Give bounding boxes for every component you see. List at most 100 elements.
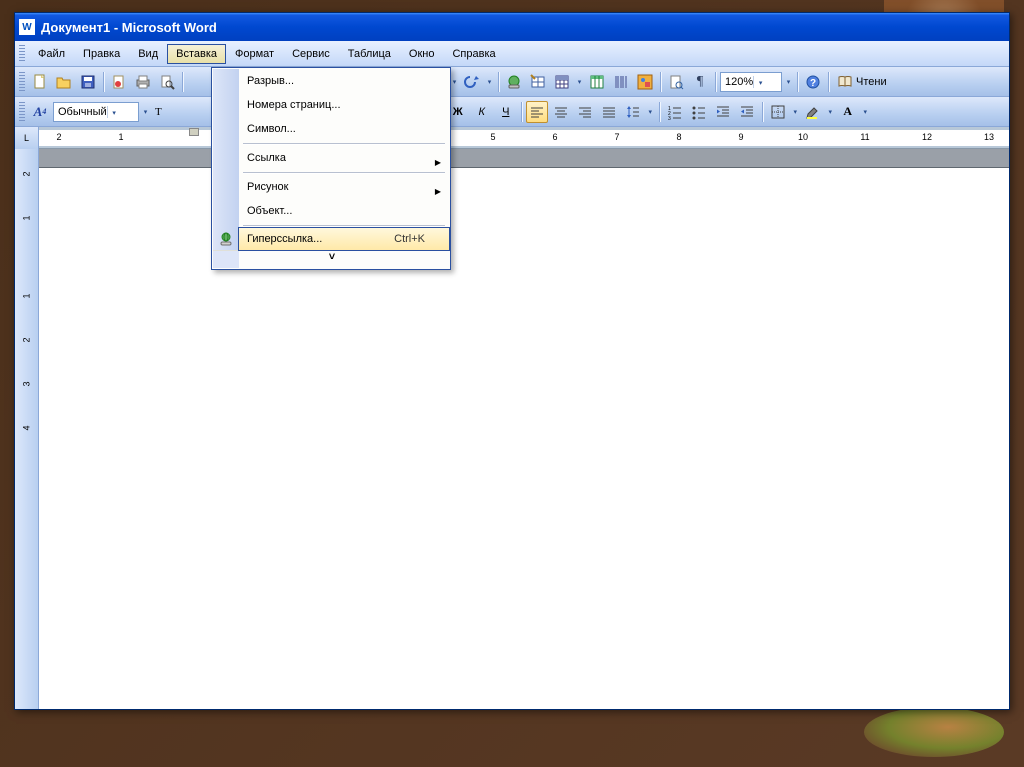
menu-item-picture[interactable]: Рисунок [239, 175, 449, 199]
menu-item-object[interactable]: Объект... [239, 199, 449, 223]
style-dropdown[interactable] [141, 101, 150, 123]
horizontal-ruler[interactable]: 2112345678910111213 [39, 130, 1009, 146]
style-value: Обычный [58, 106, 107, 118]
toolbar-separator [659, 102, 660, 122]
table-dropdown[interactable] [575, 71, 584, 93]
print-preview-button[interactable] [156, 71, 178, 93]
menu-separator [243, 143, 445, 144]
show-formatting-button[interactable]: ¶ [689, 71, 711, 93]
svg-text:3: 3 [668, 116, 671, 120]
menu-help[interactable]: Справка [443, 44, 504, 64]
document-page[interactable] [39, 167, 1009, 709]
help-button[interactable]: ? [802, 71, 824, 93]
toolbar-grip[interactable] [19, 72, 25, 92]
ruler-tick: 5 [490, 132, 495, 142]
menu-item-symbol[interactable]: Символ... [239, 117, 449, 141]
numbered-list-button[interactable]: 123 [664, 101, 686, 123]
titlebar[interactable]: W Документ1 - Microsoft Word [15, 13, 1009, 41]
menu-item-hyperlink[interactable]: Гиперссылка... Ctrl+K [238, 227, 450, 251]
zoom-combo[interactable]: 120% [720, 72, 782, 92]
ruler-tick: 6 [552, 132, 557, 142]
line-spacing-button[interactable] [622, 101, 644, 123]
menubar-grip[interactable] [19, 45, 25, 63]
highlight-button[interactable] [802, 101, 824, 123]
borders-button[interactable] [767, 101, 789, 123]
new-document-button[interactable] [29, 71, 51, 93]
menu-separator [243, 172, 445, 173]
redo-dropdown[interactable] [485, 71, 494, 93]
save-button[interactable] [77, 71, 99, 93]
bulleted-list-button[interactable] [688, 101, 710, 123]
font-color-dropdown[interactable] [861, 101, 870, 123]
permission-button[interactable] [108, 71, 130, 93]
underline-button[interactable]: Ч [495, 101, 517, 123]
ruler-tick: 2 [56, 132, 61, 142]
read-mode-button[interactable]: Чтени [833, 71, 891, 93]
page-background [39, 149, 1009, 709]
svg-text:?: ? [810, 78, 816, 89]
menubar: Файл Правка Вид Вставка Формат Сервис Та… [15, 41, 1009, 67]
ruler-tick: 10 [798, 132, 808, 142]
line-spacing-dropdown[interactable] [646, 101, 655, 123]
toolbar-separator [762, 102, 763, 122]
hyperlink-button[interactable] [503, 71, 525, 93]
menu-item-reference[interactable]: Ссылка [239, 146, 449, 170]
menu-window[interactable]: Окно [400, 44, 444, 64]
italic-button[interactable]: К [471, 101, 493, 123]
zoom-dropdown[interactable] [784, 71, 793, 93]
justify-button[interactable] [598, 101, 620, 123]
columns-button[interactable] [610, 71, 632, 93]
toolbar-separator [715, 72, 716, 92]
highlight-dropdown[interactable] [826, 101, 835, 123]
insert-menu-dropdown: Разрыв... Номера страниц... Символ... Сс… [211, 67, 451, 270]
vertical-ruler[interactable]: 2 1 1 2 3 4 [15, 149, 39, 709]
decorative-pattern-bottom [864, 707, 1004, 757]
open-button[interactable] [53, 71, 75, 93]
hyperlink-icon [217, 230, 235, 248]
word-icon: W [19, 19, 35, 35]
menu-edit[interactable]: Правка [74, 44, 129, 64]
tables-borders-button[interactable] [527, 71, 549, 93]
style-combo[interactable]: Обычный [53, 102, 139, 122]
menu-format[interactable]: Формат [226, 44, 283, 64]
menu-tools[interactable]: Сервис [283, 44, 339, 64]
menu-table[interactable]: Таблица [339, 44, 400, 64]
excel-button[interactable] [586, 71, 608, 93]
undo-dropdown[interactable] [450, 71, 459, 93]
menu-file[interactable]: Файл [29, 44, 74, 64]
desktop-background: W Документ1 - Microsoft Word Файл Правка… [0, 0, 1024, 767]
align-right-button[interactable] [574, 101, 596, 123]
ruler-corner[interactable]: L [15, 127, 39, 149]
decrease-indent-button[interactable] [712, 101, 734, 123]
ruler-tick: 12 [922, 132, 932, 142]
ruler-tick: 11 [860, 132, 869, 142]
toolbar-separator [182, 72, 183, 92]
increase-indent-button[interactable] [736, 101, 758, 123]
font-color-button[interactable]: A [837, 101, 859, 123]
menu-expand-button[interactable]: ˅ [213, 250, 449, 268]
menu-item-page-numbers[interactable]: Номера страниц... [239, 93, 449, 117]
menu-item-break[interactable]: Разрыв... [239, 69, 449, 93]
toolbar-separator [828, 72, 829, 92]
print-button[interactable] [132, 71, 154, 93]
ruler-tick: 13 [984, 132, 994, 142]
toolbar-separator [797, 72, 798, 92]
formatting-toolbar: A4 Обычный T Ж К Ч 123 [15, 97, 1009, 127]
align-center-button[interactable] [550, 101, 572, 123]
align-left-button[interactable] [526, 101, 548, 123]
window-title: Документ1 - Microsoft Word [41, 20, 217, 35]
horizontal-ruler-area: L 2112345678910111213 [15, 127, 1009, 149]
styles-button[interactable]: A4 [29, 101, 51, 123]
ruler-tick: 9 [738, 132, 743, 142]
insert-table-button[interactable] [551, 71, 573, 93]
toolbar-grip[interactable] [19, 102, 25, 122]
first-line-indent-marker[interactable] [189, 128, 199, 136]
shortcut-text: Ctrl+K [394, 233, 425, 245]
borders-dropdown[interactable] [791, 101, 800, 123]
document-map-button[interactable] [665, 71, 687, 93]
ruler-tick: 1 [118, 132, 123, 142]
menu-view[interactable]: Вид [129, 44, 167, 64]
menu-insert[interactable]: Вставка [167, 44, 226, 64]
redo-button[interactable] [461, 71, 483, 93]
drawing-button[interactable] [634, 71, 656, 93]
